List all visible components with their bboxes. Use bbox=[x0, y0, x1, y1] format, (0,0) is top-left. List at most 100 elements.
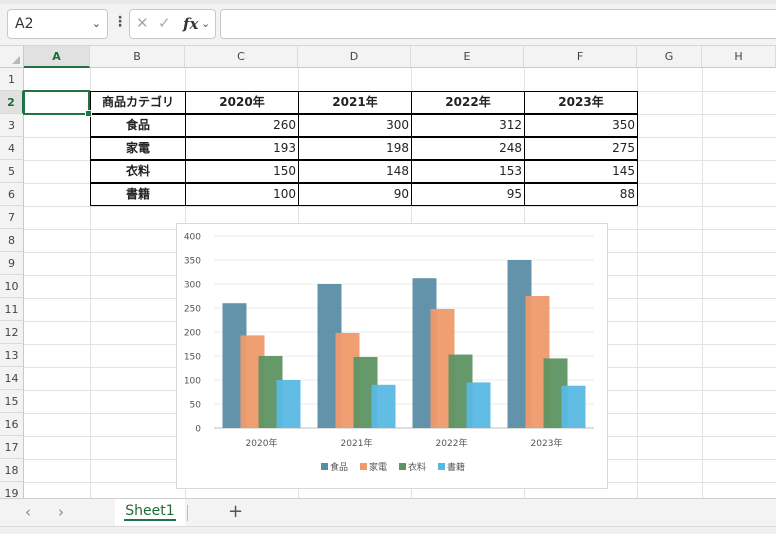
row-header-14[interactable]: 14 bbox=[0, 367, 24, 390]
ribbon-edge bbox=[0, 0, 776, 4]
table-value-cell[interactable]: 350 bbox=[524, 114, 638, 137]
table-value-cell[interactable]: 153 bbox=[411, 160, 525, 183]
row-header-18[interactable]: 18 bbox=[0, 459, 24, 482]
legend-swatch bbox=[321, 463, 328, 470]
formula-bar: A2 ⌄ ⋮ ✕ ✓ fx ⌄ bbox=[0, 0, 776, 46]
active-tab-underline bbox=[124, 519, 176, 521]
spreadsheet-window: A2 ⌄ ⋮ ✕ ✓ fx ⌄ ABCDEFGH 1 2 3 4 5 6 7 8 9 10 11 12… bbox=[0, 0, 776, 534]
table-value-cell[interactable]: 198 bbox=[298, 137, 412, 160]
add-sheet-button[interactable]: + bbox=[228, 502, 243, 522]
bar-書籍-2023年 bbox=[561, 385, 586, 428]
x-tick-label: 2021年 bbox=[341, 437, 373, 449]
table-value-cell[interactable]: 193 bbox=[185, 137, 299, 160]
sheet-tab-label: Sheet1 bbox=[125, 503, 175, 519]
more-options-icon[interactable]: ⋮ bbox=[113, 15, 127, 29]
column-header-a[interactable]: A bbox=[24, 46, 90, 68]
gridline bbox=[24, 206, 776, 207]
table-value-cell[interactable]: 100 bbox=[185, 183, 299, 206]
table-row-label[interactable]: 食品 bbox=[90, 114, 186, 137]
column-header-f[interactable]: F bbox=[524, 46, 637, 68]
table-value-cell[interactable]: 150 bbox=[185, 160, 299, 183]
row-header-7[interactable]: 7 bbox=[0, 206, 24, 229]
row-header-10[interactable]: 10 bbox=[0, 275, 24, 298]
row-header-8[interactable]: 8 bbox=[0, 229, 24, 252]
tab-divider bbox=[187, 505, 188, 521]
name-box[interactable]: A2 ⌄ bbox=[7, 9, 108, 39]
y-tick-label: 400 bbox=[184, 233, 201, 243]
legend-label: 食品 bbox=[330, 461, 348, 473]
chart-svg: 0 50 100 150 200 250 300 350 400 2020年 2021年 2022年 2… bbox=[184, 233, 594, 473]
select-all-corner[interactable] bbox=[0, 46, 24, 68]
bar-書籍-2022年 bbox=[466, 382, 491, 428]
table-value-cell[interactable]: 260 bbox=[185, 114, 299, 137]
chevron-down-icon[interactable]: ⌄ bbox=[92, 10, 101, 38]
column-header-e[interactable]: E bbox=[411, 46, 524, 68]
table-header-cell[interactable]: 2022年 bbox=[411, 91, 525, 114]
table-row-label[interactable]: 衣料 bbox=[90, 160, 186, 183]
column-header-b[interactable]: B bbox=[90, 46, 185, 68]
gridline bbox=[702, 68, 703, 498]
legend-label: 書籍 bbox=[447, 461, 465, 473]
row-header-5[interactable]: 5 bbox=[0, 160, 24, 183]
legend-swatch bbox=[360, 463, 367, 470]
cancel-icon[interactable]: ✕ bbox=[136, 14, 149, 32]
column-header-d[interactable]: D bbox=[298, 46, 411, 68]
chevron-right-icon[interactable]: › bbox=[58, 505, 64, 520]
table-value-cell[interactable]: 248 bbox=[411, 137, 525, 160]
row-header-12[interactable]: 12 bbox=[0, 321, 24, 344]
y-tick-label: 200 bbox=[184, 329, 201, 339]
table-value-cell[interactable]: 145 bbox=[524, 160, 638, 183]
table-row-label[interactable]: 書籍 bbox=[90, 183, 186, 206]
sheet-tab-bar: ‹ › Sheet1 + bbox=[0, 498, 776, 526]
table-header-cell[interactable]: 2023年 bbox=[524, 91, 638, 114]
table-value-cell[interactable]: 312 bbox=[411, 114, 525, 137]
table-header-cell[interactable]: 2020年 bbox=[185, 91, 299, 114]
row-header-15[interactable]: 15 bbox=[0, 390, 24, 413]
row-header-6[interactable]: 6 bbox=[0, 183, 24, 206]
row-header-13[interactable]: 13 bbox=[0, 344, 24, 367]
legend-label: 衣料 bbox=[408, 461, 426, 473]
table-value-cell[interactable]: 148 bbox=[298, 160, 412, 183]
row-header-17[interactable]: 17 bbox=[0, 436, 24, 459]
bar-書籍-2021年 bbox=[371, 384, 396, 428]
formula-input[interactable] bbox=[220, 9, 776, 39]
table-header-cell[interactable]: 2021年 bbox=[298, 91, 412, 114]
row-header-4[interactable]: 4 bbox=[0, 137, 24, 160]
y-tick-label: 350 bbox=[184, 257, 201, 267]
table-value-cell[interactable]: 90 bbox=[298, 183, 412, 206]
confirm-icon[interactable]: ✓ bbox=[158, 14, 171, 32]
x-tick-label: 2023年 bbox=[531, 437, 563, 449]
chevron-down-icon[interactable]: ⌄ bbox=[201, 17, 210, 30]
table-value-cell[interactable]: 275 bbox=[524, 137, 638, 160]
active-cell-outline[interactable] bbox=[23, 90, 92, 117]
row-header-3[interactable]: 3 bbox=[0, 114, 24, 137]
y-tick-label: 100 bbox=[184, 377, 201, 387]
column-header-g[interactable]: G bbox=[637, 46, 702, 68]
x-tick-label: 2022年 bbox=[436, 437, 468, 449]
table-header-cell[interactable]: 商品カテゴリ bbox=[90, 91, 186, 114]
y-tick-label: 50 bbox=[190, 401, 202, 411]
y-tick-label: 150 bbox=[184, 353, 201, 363]
status-bar bbox=[0, 526, 776, 534]
name-box-value: A2 bbox=[15, 16, 34, 32]
bar-chart[interactable]: 0 50 100 150 200 250 300 350 400 2020年 2021年 2022年 2… bbox=[176, 223, 608, 489]
legend-swatch bbox=[399, 463, 406, 470]
y-tick-label: 250 bbox=[184, 305, 201, 315]
insert-function-icon[interactable]: fx bbox=[183, 15, 198, 33]
table-value-cell[interactable]: 300 bbox=[298, 114, 412, 137]
column-header-h[interactable]: H bbox=[702, 46, 776, 68]
y-tick-label: 0 bbox=[195, 425, 201, 435]
column-header-c[interactable]: C bbox=[185, 46, 298, 68]
legend-label: 家電 bbox=[369, 461, 387, 473]
table-value-cell[interactable]: 95 bbox=[411, 183, 525, 206]
row-header-11[interactable]: 11 bbox=[0, 298, 24, 321]
row-header-1[interactable]: 1 bbox=[0, 68, 24, 91]
row-header-9[interactable]: 9 bbox=[0, 252, 24, 275]
table-value-cell[interactable]: 88 bbox=[524, 183, 638, 206]
chevron-left-icon[interactable]: ‹ bbox=[25, 505, 31, 520]
row-header-16[interactable]: 16 bbox=[0, 413, 24, 436]
row-header-2[interactable]: 2 bbox=[0, 91, 24, 114]
legend-swatch bbox=[438, 463, 445, 470]
table-row-label[interactable]: 家電 bbox=[90, 137, 186, 160]
sheet-tab-sheet1[interactable]: Sheet1 bbox=[115, 499, 185, 526]
